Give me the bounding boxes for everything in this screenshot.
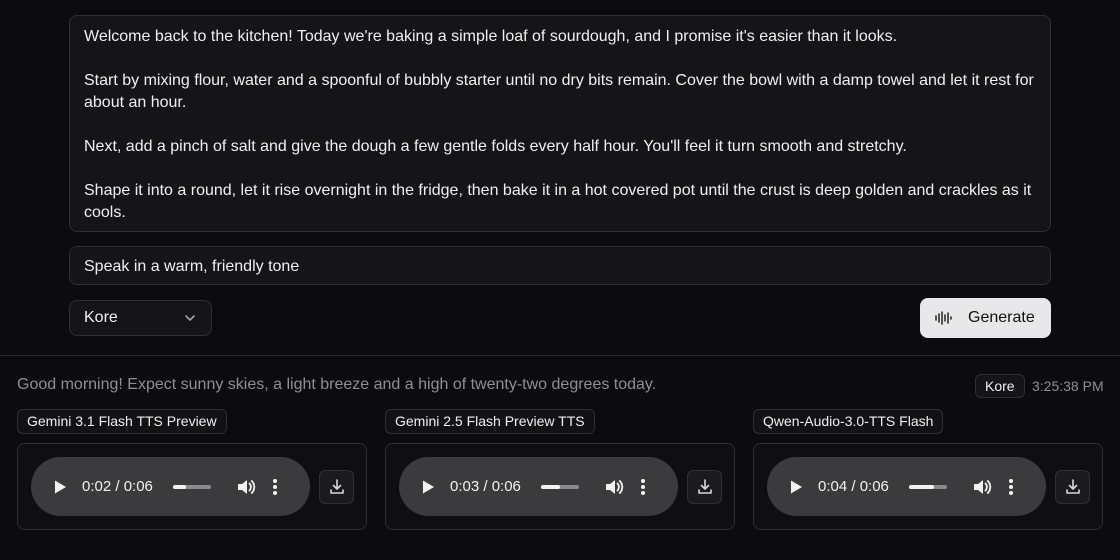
play-icon[interactable]: [788, 479, 804, 495]
script-paragraph: Shape it into a round, let it rise overn…: [84, 182, 1032, 221]
voice-select[interactable]: Kore: [69, 300, 212, 336]
progress-fill: [541, 484, 560, 489]
download-icon: [697, 479, 712, 494]
script-paragraph: Next, add a pinch of salt and give the d…: [84, 138, 907, 155]
volume-icon[interactable]: [236, 477, 256, 497]
section-divider: [0, 355, 1120, 356]
voice-select-value: Kore: [84, 309, 118, 326]
progress-fill: [909, 484, 935, 489]
progress-slider[interactable]: [173, 484, 211, 489]
progress-slider[interactable]: [909, 484, 947, 489]
audio-player: 0:02 / 0:06: [31, 457, 310, 516]
generate-button[interactable]: Generate: [920, 298, 1051, 338]
download-button[interactable]: [687, 470, 722, 504]
script-paragraph: Start by mixing flour, water and a spoon…: [84, 72, 1034, 111]
model-label: Gemini 3.1 Flash TTS Preview: [17, 409, 227, 434]
volume-icon[interactable]: [604, 477, 624, 497]
audio-card: 0:02 / 0:06: [17, 443, 367, 530]
model-label: Gemini 2.5 Flash Preview TTS: [385, 409, 595, 434]
playback-time: 0:03 / 0:06: [450, 478, 521, 495]
audio-card: 0:03 / 0:06: [385, 443, 735, 530]
volume-icon[interactable]: [972, 477, 992, 497]
play-icon[interactable]: [52, 479, 68, 495]
script-paragraph: Welcome back to the kitchen! Today we're…: [84, 28, 898, 45]
result-text: Good morning! Expect sunny skies, a ligh…: [17, 376, 657, 393]
progress-fill: [173, 484, 186, 489]
timestamp: 3:25:38 PM: [1032, 378, 1104, 394]
waveform-icon: [935, 311, 952, 325]
playback-time: 0:04 / 0:06: [818, 478, 889, 495]
chevron-down-icon: [185, 315, 195, 321]
audio-player: 0:04 / 0:06: [767, 457, 1046, 516]
download-button[interactable]: [319, 470, 354, 504]
more-vertical-icon[interactable]: [1008, 478, 1014, 496]
download-icon: [329, 479, 344, 494]
play-icon[interactable]: [420, 479, 436, 495]
audio-player: 0:03 / 0:06: [399, 457, 678, 516]
more-vertical-icon[interactable]: [640, 478, 646, 496]
script-textarea[interactable]: Welcome back to the kitchen! Today we're…: [69, 15, 1051, 232]
progress-slider[interactable]: [541, 484, 579, 489]
playback-time: 0:02 / 0:06: [82, 478, 153, 495]
generate-label: Generate: [968, 309, 1035, 326]
voice-badge: Kore: [975, 374, 1025, 398]
download-button[interactable]: [1055, 470, 1090, 504]
model-label: Qwen-Audio-3.0-TTS Flash: [753, 409, 944, 434]
more-vertical-icon[interactable]: [272, 478, 278, 496]
download-icon: [1065, 479, 1080, 494]
style-instructions-input[interactable]: Speak in a warm, friendly tone: [69, 246, 1051, 285]
audio-card: 0:04 / 0:06: [753, 443, 1103, 530]
